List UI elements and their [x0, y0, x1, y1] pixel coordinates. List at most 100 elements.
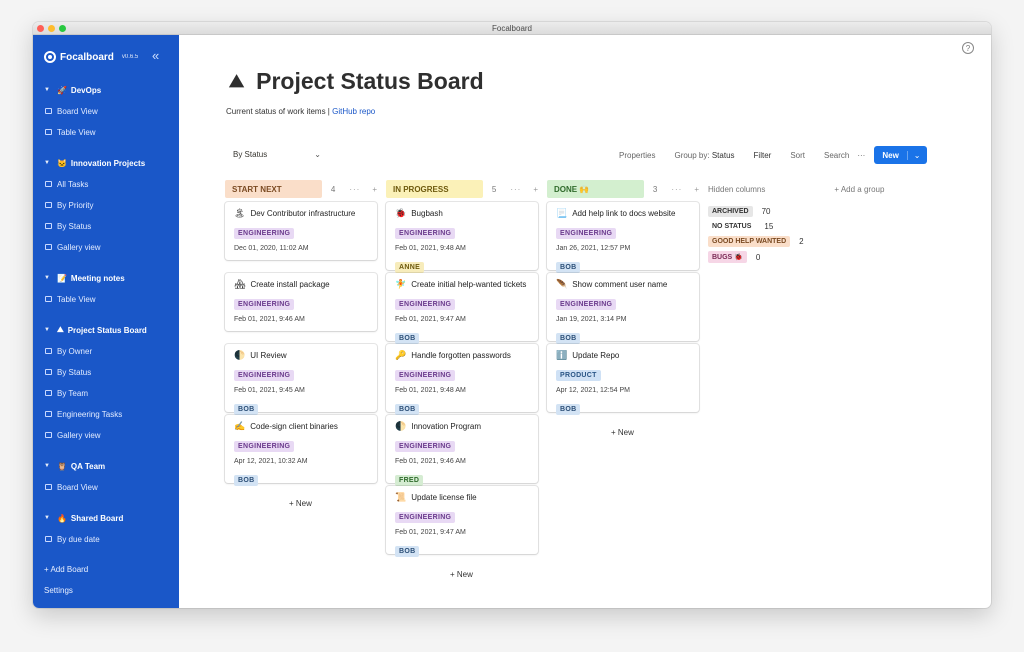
card-emoji-icon: 📃: [556, 208, 568, 218]
more-options-icon[interactable]: ···: [857, 151, 865, 160]
new-dropdown-icon[interactable]: ⌄: [908, 151, 927, 160]
board-card[interactable]: 🌓 UI Review ENGINEERING Feb 01, 2021, 9:45 …: [225, 344, 377, 415]
team-tag: ENGINEERING: [234, 441, 295, 452]
card-title-text: Create install package: [250, 280, 330, 289]
caret-down-icon[interactable]: ▼: [44, 275, 50, 281]
minimize-window-button[interactable]: [48, 25, 55, 32]
hidden-group[interactable]: NO STATUS 15: [708, 221, 773, 232]
board-card[interactable]: 📜 Update license file ENGINEERING Feb 01, 2…: [386, 486, 538, 557]
hidden-group[interactable]: GOOD HELP WANTED 2: [708, 236, 804, 247]
card-date: Feb 01, 2021, 9:48 AM: [395, 387, 466, 394]
sidebar-view-item[interactable]: Table View: [33, 123, 179, 141]
card-date: Feb 01, 2021, 9:47 AM: [395, 529, 466, 536]
group-by-value: Status: [711, 150, 735, 160]
board-icon[interactable]: ⛰: [229, 71, 244, 92]
board-emoji-icon: ⛰: [56, 325, 64, 334]
sidebar-board-0[interactable]: ▼ 🚀 DevOps: [33, 81, 179, 99]
sidebar-view-item[interactable]: Engineering Tasks: [33, 405, 179, 423]
sidebar-view-item[interactable]: Board View: [33, 478, 179, 496]
zoom-window-button[interactable]: [59, 25, 66, 32]
column-add-icon[interactable]: +: [694, 185, 699, 194]
board-card[interactable]: 🌓 Innovation Program ENGINEERING Feb 01, 20…: [386, 415, 538, 486]
board-emoji-icon: 🔥: [56, 513, 67, 523]
caret-down-icon[interactable]: ▼: [44, 515, 50, 521]
board-card[interactable]: 🏝 Dev Contributor infrastructure ENGINEERI…: [225, 202, 377, 260]
add-new-card-button[interactable]: + New: [289, 499, 312, 508]
board-card[interactable]: 🐞 Bugbash ENGINEERING Feb 01, 2021, 9:48 AM…: [386, 202, 538, 273]
team-tag: ENGINEERING: [395, 299, 456, 310]
card-date: Feb 01, 2021, 9:47 AM: [395, 316, 466, 323]
sidebar-board-2[interactable]: ▼ 📝 Meeting notes: [33, 269, 179, 287]
sidebar-view-item[interactable]: By Owner: [33, 342, 179, 360]
filter-button[interactable]: Filter: [754, 151, 772, 160]
sidebar-view-item[interactable]: Table View: [33, 290, 179, 308]
card-title-text: Show comment user name: [572, 280, 668, 289]
team-tag: ENGINEERING: [395, 228, 456, 239]
help-icon[interactable]: ?: [962, 42, 974, 54]
column-more-icon[interactable]: ···: [349, 185, 360, 194]
view-selector[interactable]: By Status ⌄: [233, 150, 321, 159]
github-repo-link[interactable]: GitHub repo: [332, 107, 375, 116]
sidebar-view-item[interactable]: By Status: [33, 363, 179, 381]
hidden-group[interactable]: BUGS 🐞 0: [708, 251, 760, 263]
board-card[interactable]: 🔑 Handle forgotten passwords ENGINEERING Fe…: [386, 344, 538, 415]
column-label[interactable]: START NEXT: [225, 180, 322, 198]
sidebar-view-item[interactable]: Gallery view: [33, 238, 179, 256]
hidden-columns-panel: Hidden columns + Add a group ARCHIVED 70 N…: [708, 180, 938, 263]
board-card[interactable]: ℹ️ Update Repo PRODUCT Apr 12, 2021, 12:54 …: [547, 344, 699, 415]
column-add-icon[interactable]: +: [533, 185, 538, 194]
group-by-button[interactable]: Group by: Status: [674, 151, 734, 160]
column-label[interactable]: IN PROGRESS: [386, 180, 483, 198]
sidebar-view-item[interactable]: By Status: [33, 217, 179, 235]
new-card-button[interactable]: New ⌄: [874, 146, 927, 164]
sidebar-view-item[interactable]: By Team: [33, 384, 179, 402]
board-card[interactable]: 🧚 Create initial help-wanted tickets ENGIN…: [386, 273, 538, 344]
sidebar-board-3[interactable]: ▼ ⛰ Project Status Board: [33, 321, 179, 339]
sidebar-view-item[interactable]: By Priority: [33, 196, 179, 214]
caret-down-icon[interactable]: ▼: [44, 160, 50, 166]
caret-down-icon[interactable]: ▼: [44, 463, 50, 469]
column-add-icon[interactable]: +: [372, 185, 377, 194]
add-new-card-button[interactable]: + New: [450, 570, 473, 579]
add-board-button[interactable]: + Add Board: [33, 560, 179, 578]
add-group-button[interactable]: + Add a group: [834, 185, 884, 194]
settings-button[interactable]: Settings: [33, 581, 179, 599]
close-window-button[interactable]: [37, 25, 44, 32]
sort-button[interactable]: Sort: [790, 151, 805, 160]
board-card[interactable]: 🪶 Show comment user name ENGINEERING Jan 19…: [547, 273, 699, 344]
card-title: 🪶 Show comment user name: [556, 279, 690, 290]
column-label[interactable]: DONE 🙌: [547, 180, 644, 198]
card-emoji-icon: 🌓: [234, 350, 246, 360]
sidebar-view-item[interactable]: Board View: [33, 102, 179, 120]
board-emoji-icon: 📝: [56, 273, 67, 283]
sidebar-view-item[interactable]: All Tasks: [33, 175, 179, 193]
hidden-group[interactable]: ARCHIVED 70: [708, 206, 770, 217]
team-tag: ENGINEERING: [234, 299, 295, 310]
add-new-card-button[interactable]: + New: [611, 428, 634, 437]
column-more-icon[interactable]: ···: [510, 185, 521, 194]
page-title[interactable]: ⛰ Project Status Board: [229, 68, 484, 95]
card-emoji-icon: 🔑: [395, 350, 407, 360]
caret-down-icon[interactable]: ▼: [44, 87, 50, 93]
column-count: 4: [330, 184, 336, 194]
board-title[interactable]: Project Status Board: [256, 68, 484, 95]
sidebar-board-5[interactable]: ▼ 🔥 Shared Board: [33, 509, 179, 527]
caret-down-icon[interactable]: ▼: [44, 327, 50, 333]
card-title-text: Update Repo: [572, 351, 620, 360]
card-emoji-icon: 🧚: [395, 279, 407, 289]
collapse-sidebar-icon[interactable]: «: [152, 48, 159, 63]
column-more-icon[interactable]: ···: [671, 185, 682, 194]
board-card[interactable]: 🏘 Create install package ENGINEERING Feb 01…: [225, 273, 377, 331]
owner-tag: BOB: [556, 262, 581, 273]
sidebar-board-4[interactable]: ▼ 🦉 QA Team: [33, 457, 179, 475]
hidden-columns-label: Hidden columns: [708, 184, 766, 194]
properties-button[interactable]: Properties: [619, 151, 655, 160]
sidebar-board-1[interactable]: ▼ 🐱 Innovation Projects: [33, 154, 179, 172]
sidebar-view-item[interactable]: Gallery view: [33, 426, 179, 444]
board-card[interactable]: ✍ Code-sign client binaries ENGINEERING Apr…: [225, 415, 377, 486]
hidden-group-count: 0: [755, 252, 761, 262]
sidebar-view-item[interactable]: By due date: [33, 530, 179, 548]
sidebar-view-label: By due date: [57, 534, 100, 544]
board-card[interactable]: 📃 Add help link to docs website ENGINEERIN…: [547, 202, 699, 273]
search-button[interactable]: Search: [824, 151, 849, 160]
